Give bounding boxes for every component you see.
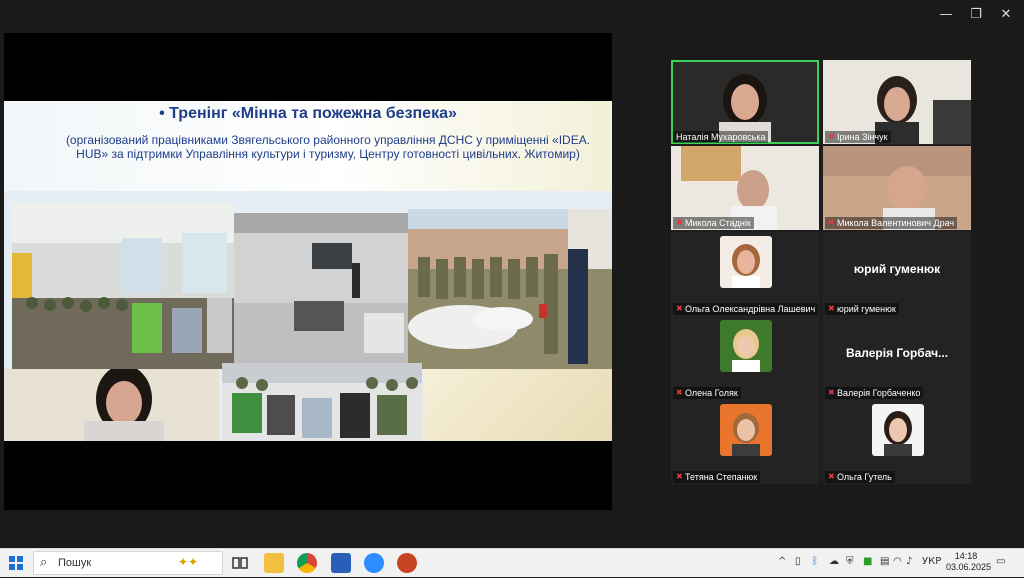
start-button[interactable] [9, 556, 23, 570]
participant-tile[interactable]: ✖ Олена Голяк [671, 316, 819, 400]
muted-mic-icon: ✖ [676, 472, 683, 481]
muted-mic-icon: ✖ [828, 304, 835, 313]
participant-name: Ольга Олександрівна Лашевич [685, 304, 816, 314]
bluetooth-icon[interactable]: ᛒ [812, 556, 818, 567]
photo-hall [234, 213, 410, 363]
slide-title: • Тренінг «Мінна та пожежна безпека» [159, 105, 457, 122]
participant-name-tag: ✖ Ірина Зінчук [825, 131, 891, 143]
taskbar-search-box[interactable]: ⌕ Пошук ✦✦ [33, 551, 223, 575]
muted-mic-icon: ✖ [676, 388, 683, 397]
avatar [720, 404, 772, 456]
nvidia-icon[interactable]: ■ [863, 556, 872, 567]
participant-name: Наталія Мухаровська [673, 131, 769, 143]
clock-time: 14:18 [954, 551, 978, 561]
cloud-icon[interactable]: ☁ [829, 556, 839, 567]
speaker-icon[interactable]: ♪ [906, 556, 912, 567]
participant-name-tag: ✖ Олена Голяк [673, 387, 741, 399]
participant-tile[interactable]: ✖ Тетяна Степанюк [671, 400, 819, 484]
participant-name: Микола Валентинович Драч [837, 218, 955, 228]
slide-decoration [424, 369, 612, 441]
participant-name-tag: ✖ Микола Стаднік [673, 217, 754, 229]
participant-name-tag: ✖ Ольга Олександрівна Лашевич [673, 303, 819, 315]
participant-tile[interactable]: Наталія Мухаровська [671, 60, 819, 144]
task-view-icon[interactable] [230, 553, 250, 573]
participant-tile[interactable]: ✖ Ольга Гутель [823, 400, 971, 484]
slide-subtitle: (організований працівниками Звягельськог… [65, 133, 591, 161]
participant-name-tag: ✖ юрий гуменюк [825, 303, 899, 315]
participant-tile[interactable]: ✖ Микола Стаднік [671, 146, 819, 230]
participant-name-tag: ✖ Микола Валентинович Драч [825, 217, 958, 229]
security-icon[interactable]: ⛨ [846, 556, 854, 567]
powerpoint-icon[interactable] [397, 553, 417, 573]
participant-name: Валерія Горбаченко [837, 388, 921, 398]
photo-fire-drill [408, 209, 612, 369]
participant-name: Микола Стаднік [685, 218, 751, 228]
photo-audience [222, 363, 422, 441]
participant-tile[interactable]: юрий гуменюк ✖ юрий гуменюк [823, 232, 971, 316]
notifications-icon[interactable]: ▭ [996, 556, 1005, 567]
clock[interactable]: 14:18 03.06.2025 [946, 551, 992, 573]
participant-name: Тетяна Степанюк [685, 472, 758, 482]
search-icon: ⌕ [40, 555, 48, 570]
close-button[interactable]: ✕ [994, 4, 1018, 26]
chevron-up-icon[interactable]: ^ [778, 556, 786, 567]
usb-icon[interactable]: ▯ [795, 556, 801, 567]
participant-display-name: юрий гуменюк [853, 262, 941, 276]
restore-button[interactable]: ❐ [964, 4, 988, 26]
presenter-webcam [4, 369, 219, 441]
chrome-icon[interactable] [297, 553, 317, 573]
muted-mic-icon: ✖ [828, 388, 835, 397]
avatar [720, 236, 772, 288]
participant-tile[interactable]: Валерія Горбач... ✖ Валерія Горбаченко [823, 316, 971, 400]
zoom-icon[interactable] [364, 553, 384, 573]
word-icon[interactable] [331, 553, 351, 573]
participant-tile[interactable]: ✖ Микола Валентинович Драч [823, 146, 971, 230]
muted-mic-icon: ✖ [828, 132, 835, 141]
participant-name: Ольга Гутель [837, 472, 892, 482]
participant-gallery: Наталія Мухаровська ✖ Ірина Зінчук ✖ Мик… [671, 60, 972, 484]
file-explorer-icon[interactable] [264, 553, 284, 573]
wifi-icon[interactable]: ◠ [893, 556, 902, 567]
muted-mic-icon: ✖ [828, 472, 835, 481]
muted-mic-icon: ✖ [676, 218, 683, 227]
minimize-button[interactable]: — [934, 4, 958, 26]
clock-date: 03.06.2025 [946, 562, 992, 572]
windows-taskbar: ⌕ Пошук ✦✦ ^ ▯ ᛒ ☁ ⛨ ■ ▤ ◠ ♪ УКР 14:18 0… [0, 548, 1024, 577]
language-indicator[interactable]: УКР [922, 556, 941, 567]
participant-name: юрий гуменюк [837, 304, 896, 314]
participant-display-name: Валерія Горбач... [845, 346, 949, 360]
participant-tile[interactable]: ✖ Ірина Зінчук [823, 60, 971, 144]
window-titlebar: — ❐ ✕ [0, 0, 1024, 30]
avatar [872, 404, 924, 456]
participant-name-tag: ✖ Ольга Гутель [825, 471, 895, 483]
participant-tile[interactable]: ✖ Ольга Олександрівна Лашевич [671, 232, 819, 316]
photo-classroom [12, 203, 234, 369]
participant-name: Олена Голяк [685, 388, 738, 398]
participant-name: Ірина Зінчук [837, 132, 888, 142]
search-highlight-icon: ✦✦ [178, 555, 199, 569]
search-label: Пошук [58, 557, 92, 569]
volume-mixer-icon[interactable]: ▤ [880, 556, 889, 567]
muted-mic-icon: ✖ [828, 218, 835, 227]
muted-mic-icon: ✖ [676, 304, 683, 313]
participant-name-tag: ✖ Тетяна Степанюк [673, 471, 761, 483]
avatar [720, 320, 772, 372]
presentation-slide: • Тренінг «Мінна та пожежна безпека» (ор… [4, 101, 612, 441]
windows-logo-icon [9, 556, 23, 570]
participant-name-tag: ✖ Валерія Горбаченко [825, 387, 924, 399]
shared-screen: • Тренінг «Мінна та пожежна безпека» (ор… [4, 33, 612, 510]
